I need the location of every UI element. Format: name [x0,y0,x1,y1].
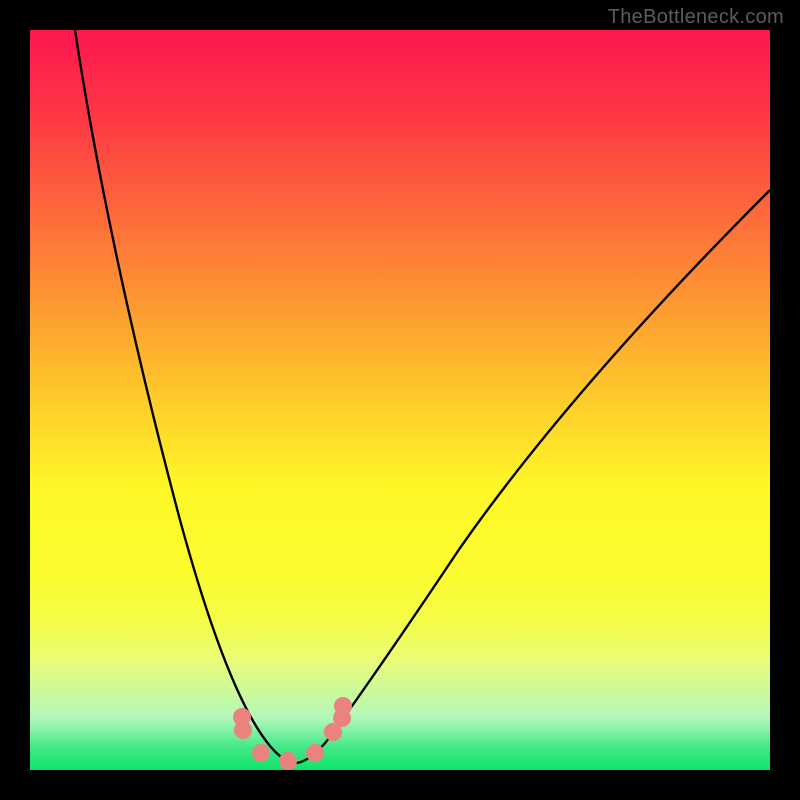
chart-frame: TheBottleneck.com [0,0,800,800]
plot-area [30,30,770,770]
left-curve [75,30,295,763]
right-curve [295,190,770,763]
watermark-text: TheBottleneck.com [608,6,784,29]
curve-layer [30,30,770,770]
bottom-markers [233,697,352,770]
